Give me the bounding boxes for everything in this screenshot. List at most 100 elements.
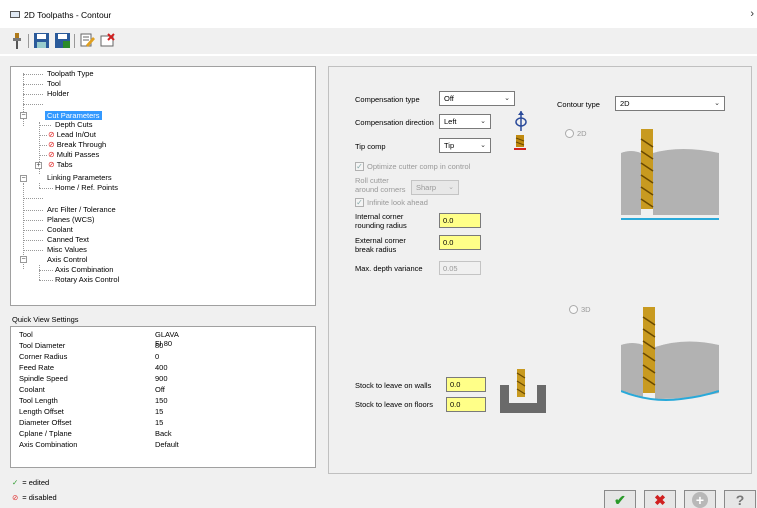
table-row: Length Offset 15 (19, 407, 163, 416)
tree-item-label: Cut Parameters (45, 111, 102, 120)
table-row: Tool GLAVA FI 80 (19, 330, 179, 348)
tree-item-axis-combination[interactable]: Axis Combination (55, 265, 113, 275)
tree-line (23, 230, 43, 231)
tree-line (39, 270, 53, 271)
stock-floors-label: Stock to leave on floors (355, 400, 433, 409)
quick-view-title: Quick View Settings (12, 315, 79, 324)
external-corner-label-line1: External corner (355, 236, 406, 245)
row-label: Corner Radius (19, 352, 68, 361)
tree-item-linking-parameters[interactable]: Linking Parameters (47, 173, 112, 183)
infinite-look-ahead-checkbox[interactable]: ✓ Infinite look ahead (355, 198, 428, 207)
expand-icon[interactable]: + (35, 162, 42, 169)
tree-item-toolpath-type[interactable]: Toolpath Type (47, 69, 94, 79)
stock-floors-input[interactable]: 0.0 (446, 397, 486, 412)
tool-pin-icon[interactable] (8, 32, 25, 49)
external-corner-input[interactable]: 0.0 (439, 235, 481, 250)
tree-item-lead-in-out[interactable]: ⊘ Lead In/Out (48, 130, 96, 140)
table-row: Tool Diameter 80 (19, 341, 163, 350)
roll-cutter-label-line2: around corners (355, 185, 406, 194)
save-as-icon[interactable] (54, 32, 71, 49)
row-value: 150 (155, 396, 168, 405)
tree-line (23, 84, 43, 85)
tree-item-home-ref-points[interactable]: Home / Ref. Points (55, 183, 118, 193)
collapse-icon[interactable]: − (20, 256, 27, 263)
save-icon[interactable] (33, 32, 50, 49)
optimize-cutter-comp-checkbox[interactable]: ✓ Optimize cutter comp in control (355, 162, 470, 171)
chevron-down-icon: ⌄ (714, 100, 720, 107)
cancel-button[interactable]: ✖ (644, 490, 676, 508)
disabled-icon: ⊘ (48, 130, 55, 139)
collapse-icon[interactable]: − (20, 175, 27, 182)
help-icon: ? (735, 492, 745, 508)
tree-line (39, 145, 47, 146)
tree-item-break-through[interactable]: ⊘ Break Through (48, 140, 106, 150)
checkmark-icon: ✓ (12, 478, 19, 487)
contour-type-label: Contour type (557, 100, 600, 109)
compensation-direction-icon (515, 111, 527, 133)
tree-line (23, 198, 43, 199)
window-title: 2D Toolpaths - Contour (24, 10, 112, 20)
tree-item-holder[interactable]: Holder (47, 89, 69, 99)
tree-item-coolant[interactable]: Coolant (47, 225, 73, 235)
close-icon[interactable]: › (750, 8, 754, 20)
max-depth-variance-input[interactable]: 0.05 (439, 261, 481, 275)
stock-walls-input[interactable]: 0.0 (446, 377, 486, 392)
row-value: 15 (155, 407, 164, 416)
tree-item-axis-control[interactable]: Axis Control (47, 255, 87, 265)
title-bar: 2D Toolpaths - Contour › (0, 0, 757, 26)
tree-item-tabs[interactable]: ⊘ Tabs (48, 160, 73, 170)
tree-item-arc-filter[interactable]: Arc Filter / Tolerance (47, 205, 116, 215)
checkmark-icon: ✓ (355, 198, 364, 207)
tree-line (39, 125, 51, 126)
tree-item-multi-passes[interactable]: ⊘ Multi Passes (48, 150, 99, 160)
internal-corner-input[interactable]: 0.0 (439, 213, 481, 228)
tip-comp-select[interactable]: Tip ⌄ (439, 138, 491, 153)
legend-label: = disabled (22, 493, 57, 502)
tree-item-canned-text[interactable]: Canned Text (47, 235, 89, 245)
compensation-type-select[interactable]: Off ⌄ (439, 91, 515, 106)
tree-item-rotary-axis-control[interactable]: Rotary Axis Control (55, 275, 119, 285)
edit-list-icon[interactable] (79, 32, 96, 49)
tree-line (39, 280, 53, 281)
max-depth-variance-label: Max. depth variance (355, 264, 423, 273)
chevron-down-icon: ⌄ (480, 118, 486, 125)
table-row: Cplane / Tplane Back (19, 429, 172, 438)
tree-item-planes[interactable]: Planes (WCS) (47, 215, 95, 225)
row-value: 80 (155, 341, 164, 350)
checkmark-icon: ✓ (355, 162, 364, 171)
contour-3d-illustration (620, 307, 720, 403)
radio-3d[interactable]: 3D (569, 305, 591, 314)
toolbar-separator (28, 34, 29, 48)
roll-cutter-select[interactable]: Sharp ⌄ (411, 180, 459, 195)
compensation-direction-select[interactable]: Left ⌄ (439, 114, 491, 129)
radio-2d[interactable]: 2D (565, 129, 587, 138)
table-row: Corner Radius 0 (19, 352, 159, 361)
tip-comp-label: Tip comp (355, 142, 386, 151)
contour-type-select[interactable]: 2D ⌄ (615, 96, 725, 111)
checkbox-label: Optimize cutter comp in control (367, 162, 471, 171)
parameter-tree: Toolpath Type Tool Holder − Cut Paramete… (10, 66, 316, 306)
select-value: Off (444, 94, 454, 103)
help-button[interactable]: ? (724, 490, 756, 508)
stock-walls-label: Stock to leave on walls (355, 381, 432, 390)
table-row: Axis Combination Default (19, 440, 179, 449)
reset-icon[interactable] (99, 32, 116, 49)
tip-comp-icon (514, 135, 526, 153)
roll-cutter-label: Roll cutter around corners (355, 176, 405, 194)
select-value: Tip (444, 141, 455, 150)
row-label: Tool (19, 330, 33, 339)
tree-item-tool[interactable]: Tool (47, 79, 61, 89)
add-button[interactable]: + (684, 490, 716, 508)
radio-label: 2D (577, 129, 587, 138)
collapse-icon[interactable]: − (20, 112, 27, 119)
ok-button[interactable]: ✔ (604, 490, 636, 508)
chevron-down-icon: ⌄ (480, 142, 486, 149)
tree-item-label: Tabs (56, 160, 73, 169)
tree-item-depth-cuts[interactable]: Depth Cuts (55, 120, 93, 130)
tree-item-label: Multi Passes (56, 150, 100, 159)
tree-line (23, 250, 43, 251)
tree-line (23, 220, 43, 221)
row-value: Off (155, 385, 165, 394)
chevron-down-icon: ⌄ (504, 95, 510, 102)
tree-item-misc-values[interactable]: Misc Values (47, 245, 87, 255)
